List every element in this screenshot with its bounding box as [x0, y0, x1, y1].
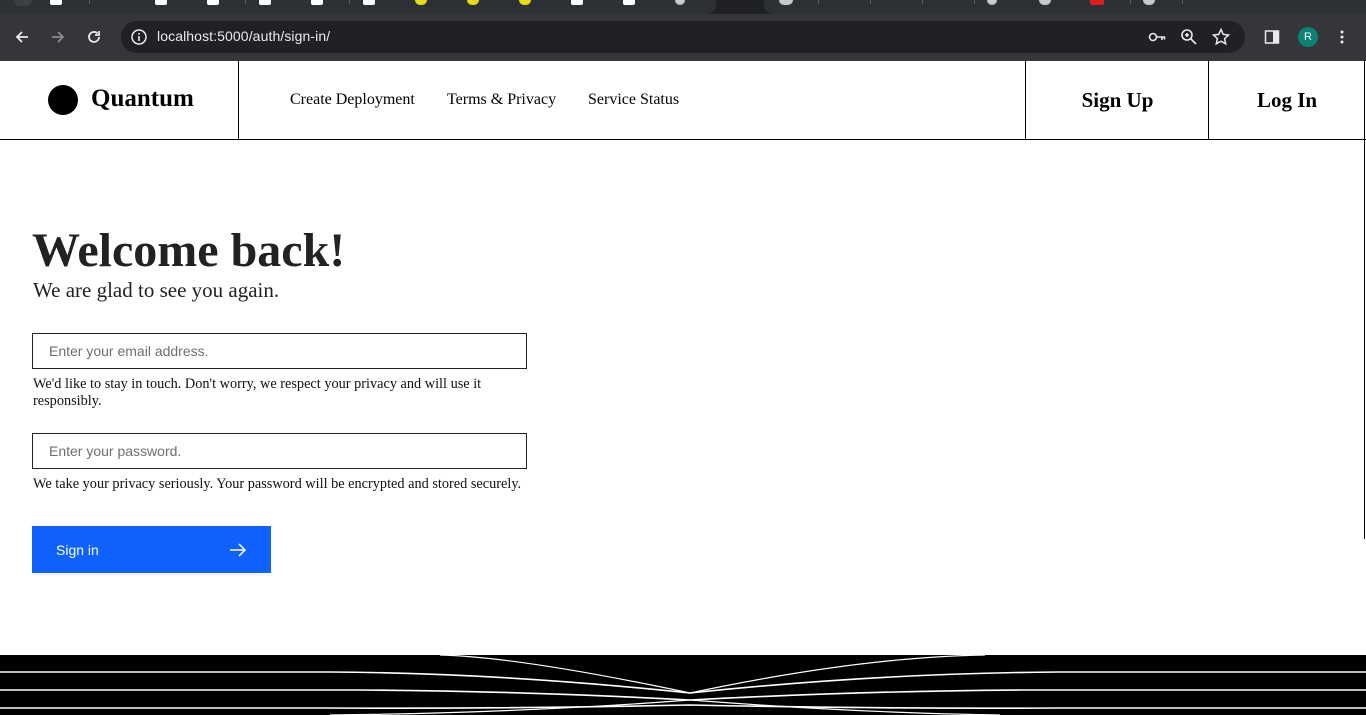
tab-separator — [818, 0, 819, 4]
brand-name[interactable]: Quantum — [91, 85, 194, 113]
side-panel-icon — [1264, 30, 1280, 44]
menu-button[interactable] — [1330, 25, 1354, 49]
tab-favicon[interactable] — [623, 0, 635, 5]
password-helper-text: We take your privacy seriously. Your pas… — [33, 476, 522, 492]
sign-up-button[interactable]: Sign Up — [1025, 61, 1209, 139]
profile-avatar[interactable]: R — [1298, 27, 1318, 47]
sign-in-label: Sign in — [56, 541, 99, 558]
arrow-right-icon — [230, 543, 247, 557]
page-title: Welcome back! — [32, 224, 346, 277]
tab-separator — [974, 0, 975, 4]
side-panel-button[interactable] — [1260, 25, 1284, 49]
brand-logo — [48, 85, 78, 115]
info-icon[interactable] — [129, 27, 149, 47]
reload-button[interactable] — [81, 24, 107, 50]
arrow-right-icon — [52, 31, 65, 43]
url-text[interactable]: localhost:5000/auth/sign-in/ — [157, 28, 330, 44]
arrow-left-icon — [15, 31, 28, 43]
address-bar[interactable]: localhost:5000/auth/sign-in/ — [121, 21, 1245, 53]
tab-favicon[interactable] — [50, 0, 62, 5]
more-vertical-icon — [1340, 30, 1344, 44]
tab-separator — [922, 0, 923, 4]
email-helper-text: We'd like to stay in touch. Don't worry,… — [33, 376, 482, 409]
back-button[interactable] — [9, 24, 35, 50]
page-subtitle: We are glad to see you again. — [33, 278, 280, 302]
tab-favicon[interactable] — [571, 0, 583, 5]
nav-terms-privacy[interactable]: Terms & Privacy — [447, 91, 556, 109]
tab-favicon[interactable] — [363, 0, 375, 5]
tab-separator — [1182, 0, 1183, 4]
password-field[interactable] — [32, 433, 527, 469]
tab-group-left — [0, 0, 716, 14]
browser-toolbar: localhost:5000/auth/sign-in/ — [0, 14, 1366, 61]
zoom-icon[interactable] — [1179, 27, 1199, 47]
decorative-wave-band — [0, 655, 1366, 715]
tab-separator — [870, 0, 871, 4]
tab-separator — [1130, 0, 1131, 4]
tab-favicon[interactable] — [1090, 0, 1104, 5]
brand[interactable]: Quantum — [0, 61, 239, 139]
tab-favicon[interactable] — [311, 0, 323, 5]
sign-in-button[interactable]: Sign in — [32, 526, 271, 573]
tab-separator — [349, 0, 350, 4]
tab-separator — [89, 0, 90, 4]
email-field[interactable] — [32, 333, 527, 369]
tab-separator — [245, 0, 246, 4]
tab-favicon[interactable] — [207, 0, 219, 5]
star-icon[interactable] — [1211, 27, 1231, 47]
tab-group-right — [764, 0, 1366, 14]
tab-favicon[interactable] — [259, 0, 271, 5]
page-edge-divider — [1364, 61, 1365, 539]
log-in-button[interactable]: Log In — [1208, 61, 1365, 139]
browser-tab-strip — [0, 0, 1366, 14]
key-icon[interactable] — [1147, 27, 1167, 47]
nav-service-status[interactable]: Service Status — [588, 91, 679, 109]
forward-button[interactable] — [45, 24, 71, 50]
nav-create-deployment[interactable]: Create Deployment — [290, 91, 415, 109]
site-header: Quantum Create Deployment Terms & Privac… — [0, 61, 1366, 140]
reload-icon — [88, 31, 100, 43]
tab-favicon[interactable] — [155, 0, 167, 5]
